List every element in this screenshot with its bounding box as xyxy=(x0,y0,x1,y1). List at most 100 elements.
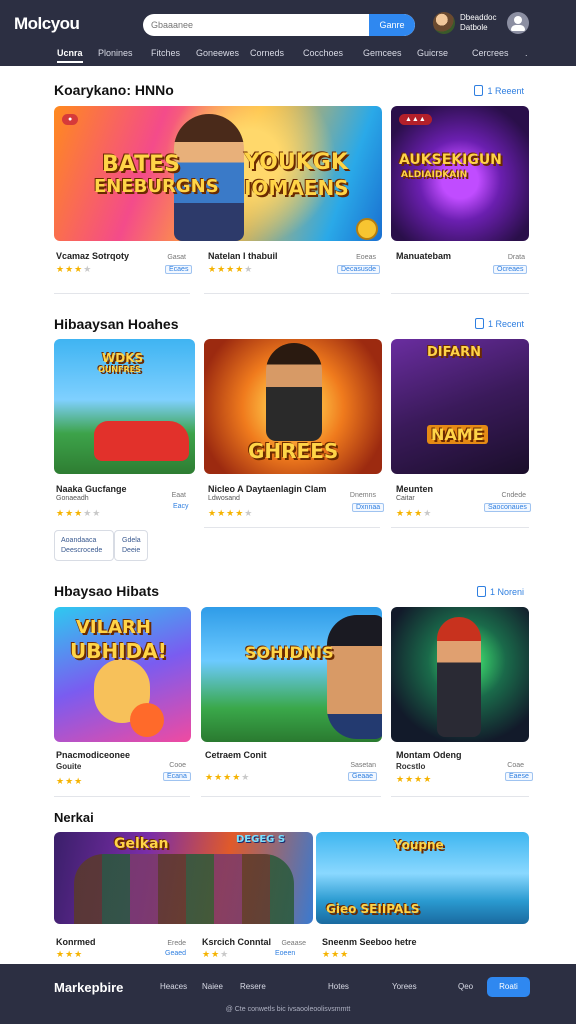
user-name-line1: Dbeaddoc xyxy=(460,13,497,22)
card-title-3-2[interactable]: Cetraem Conit xyxy=(205,750,267,760)
art-text-18: Gieo SEIIPALS xyxy=(326,902,420,916)
card-title-4-1[interactable]: Konrmed xyxy=(56,937,96,947)
price-label: Geaase xyxy=(281,940,306,947)
card-title-2-1[interactable]: Naaka Gucfange xyxy=(56,484,127,494)
divider xyxy=(201,796,381,797)
price-button[interactable]: Decasusde xyxy=(337,265,381,274)
section-title-2: Hibaaysan Hoahes xyxy=(54,316,179,332)
nav-item-more[interactable]: . xyxy=(525,48,528,58)
star-rating: ★★★★★ xyxy=(208,264,254,274)
divider xyxy=(54,293,190,294)
card-title-3-3[interactable]: Montam Odeng xyxy=(396,750,462,760)
price-label: Erede xyxy=(167,940,186,947)
star-rating: ★★★★★ xyxy=(205,772,251,782)
card-title-1-1[interactable]: Vcamaz Sotrqoty xyxy=(56,251,129,261)
search-button[interactable]: Ganre xyxy=(369,14,415,36)
price-button[interactable]: Eaese xyxy=(505,772,533,781)
price-button[interactable]: Eoeen xyxy=(272,950,298,957)
card-subtitle: Caitar xyxy=(396,495,415,502)
card-title-1-2[interactable]: Natelan I thabuil xyxy=(208,251,278,261)
card-image-2-1[interactable]: WDKS OUNFRES xyxy=(54,339,195,474)
search-input[interactable] xyxy=(151,14,369,36)
footer: Markepbire Heaces Naiee Resere Hotes Yor… xyxy=(0,964,576,1024)
footer-logo[interactable]: Markepbire xyxy=(54,980,123,995)
card-image-1-1[interactable]: ● BATES ENEBURGNS YOUKGK IOMAENS xyxy=(54,106,382,241)
price-button[interactable]: Saoconaues xyxy=(484,503,531,512)
price-button[interactable]: Geaed xyxy=(162,950,189,957)
section-link-1[interactable]: 1 Reeent xyxy=(474,85,524,96)
footer-link-3[interactable]: Resere xyxy=(240,982,266,991)
card-image-2-2[interactable]: GHREES xyxy=(204,339,382,474)
card-image-3-3[interactable] xyxy=(391,607,529,742)
profile-icon[interactable] xyxy=(507,12,529,34)
art-text-7: WDKS xyxy=(102,351,144,365)
art-text-5: AUKSEKIGUN xyxy=(399,152,502,168)
card-image-3-2[interactable]: SOHIDNIS xyxy=(201,607,382,742)
user-name: Dbeaddoc Datbole xyxy=(460,13,508,33)
price-button[interactable]: Geaae xyxy=(348,772,378,781)
star-rating: ★★★ xyxy=(202,949,230,959)
footer-button[interactable]: Roati xyxy=(487,977,530,997)
nav-item-7[interactable]: Gemcees xyxy=(363,48,402,58)
card-image-4-2[interactable]: Youpne Gieo SEIIPALS xyxy=(316,832,529,924)
search-bar[interactable]: Ganre xyxy=(143,14,415,36)
art-text-14: SOHIDNIS xyxy=(245,643,334,662)
top-bar: Molcyou Ganre Dbeaddoc Datbole Ucnra Plo… xyxy=(0,0,576,66)
star-rating: ★★★★★ xyxy=(208,508,254,518)
card-image-1-3[interactable]: ▲▲▲ AUKSEKIGUN ALDIAIDKAIN xyxy=(391,106,529,241)
section-title-3: Hbaysao Hibats xyxy=(54,583,160,599)
nav-item-1[interactable]: Ucnra xyxy=(57,48,83,63)
star-rating: ★★★★ xyxy=(396,508,433,518)
section-link-3[interactable]: 1 Noreni xyxy=(476,586,524,597)
card-title-2-3[interactable]: Meunten xyxy=(396,484,433,494)
price-button[interactable]: Ecana xyxy=(163,772,191,781)
art-text-8: OUNFRES xyxy=(98,365,141,374)
filter-box-left[interactable]: Aoandaaca Deescrocede xyxy=(54,530,114,561)
footer-link-4[interactable]: Hotes xyxy=(328,982,349,991)
card-title-2-2[interactable]: Nicleo A Daytaenlagin Clam xyxy=(208,484,326,494)
card-title-4-2[interactable]: Ksrcich Conntal xyxy=(202,937,271,947)
card-title-3-1[interactable]: Pnacmodiceonee xyxy=(56,750,130,760)
price-button[interactable]: Eacy xyxy=(170,503,192,510)
avatar[interactable] xyxy=(433,12,455,34)
price-label: Cooe xyxy=(169,762,186,769)
price-button[interactable]: Dxnnaa xyxy=(352,503,385,512)
orb-icon xyxy=(130,703,164,737)
price-button[interactable]: Ecaes xyxy=(165,265,193,274)
price-label: Dnemns xyxy=(349,492,376,499)
badge-icon: ● xyxy=(62,114,79,125)
category-nav: Ucnra Plonines Fitches Goneewes Corneds … xyxy=(0,44,576,66)
art-text-11: NAME xyxy=(427,425,488,444)
card-title-4-3[interactable]: Sneenm Seeboo hetre xyxy=(322,937,417,947)
footer-link-6[interactable]: Qeo xyxy=(458,982,473,991)
nav-item-5[interactable]: Corneds xyxy=(250,48,284,58)
nav-item-2[interactable]: Plonines xyxy=(98,48,133,58)
star-rating: ★★★ xyxy=(322,949,350,959)
art-text-15: Gelkan xyxy=(114,836,169,852)
recent-icon xyxy=(474,85,484,96)
nav-item-6[interactable]: Cocchoes xyxy=(303,48,343,58)
art-text-17: Youpne xyxy=(394,838,444,852)
section-title-4: Nerkai xyxy=(54,810,94,825)
section-link-2[interactable]: 1 Recent xyxy=(474,318,524,329)
footer-link-1[interactable]: Heaces xyxy=(160,982,187,991)
nav-item-4[interactable]: Goneewes xyxy=(196,48,239,58)
nav-item-8[interactable]: Guicrse xyxy=(417,48,448,58)
nav-item-9[interactable]: Cercrees xyxy=(472,48,509,58)
card-image-3-1[interactable]: VILARH UBHIDA! xyxy=(54,607,191,742)
art-text-16: DEGEG S xyxy=(236,834,286,845)
footer-link-5[interactable]: Yorees xyxy=(392,982,417,991)
hero-face xyxy=(327,615,382,739)
nav-item-3[interactable]: Fitches xyxy=(151,48,180,58)
card-title-1-3[interactable]: Manuatebam xyxy=(396,251,451,261)
footer-link-2[interactable]: Naiee xyxy=(202,982,223,991)
card-image-2-3[interactable]: DIFARN NAME xyxy=(391,339,529,474)
card-image-4-1[interactable]: Gelkan DEGEG S xyxy=(54,832,313,924)
site-logo[interactable]: Molcyou xyxy=(14,14,80,34)
filter-label: Aoandaaca xyxy=(61,537,97,544)
price-button[interactable]: Ocreaes xyxy=(493,265,528,274)
art-text-9: GHREES xyxy=(248,439,339,463)
user-area[interactable]: Dbeaddoc Datbole xyxy=(433,12,533,38)
filter-box-right[interactable]: Gdela Deeie xyxy=(114,530,148,561)
art-text-1: BATES xyxy=(102,152,180,177)
